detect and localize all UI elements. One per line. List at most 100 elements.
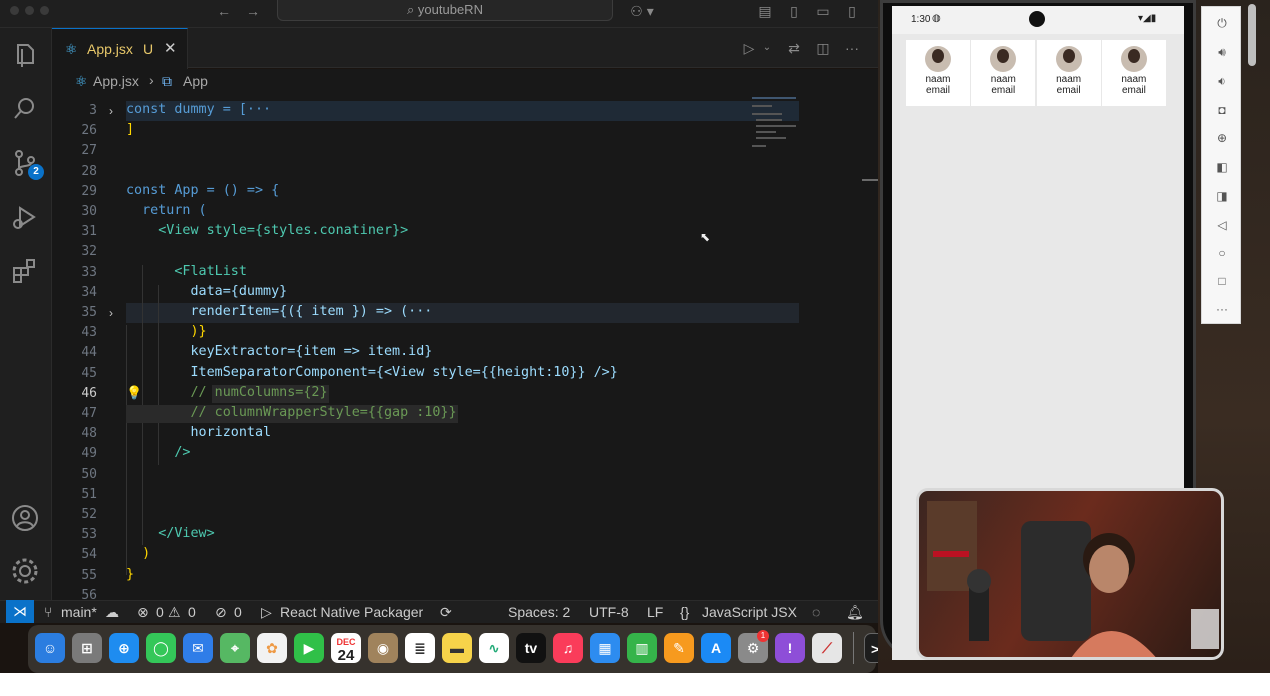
toggle-sidebar-icon[interactable]: ▯ [786,3,802,19]
toggle-panel-icon[interactable]: ▭ [815,3,831,19]
gear-icon[interactable] [10,556,40,586]
ports-icon[interactable]: ⊘ [215,604,227,621]
safari-icon[interactable]: ⊕ [109,633,139,663]
code-line[interactable]: keyExtractor={item => item.id} [126,344,432,359]
indentation[interactable]: Spaces: 2 [508,604,570,620]
pages-icon[interactable]: ✎ [664,633,694,663]
home-icon[interactable]: ○ [1214,245,1230,261]
end-of-line[interactable]: LF [647,604,663,620]
code-line[interactable]: <View style={styles.conatiner}> [126,223,408,238]
code-line[interactable]: ] [126,122,134,137]
split-editor-icon[interactable]: ◫ [815,40,831,56]
code-line[interactable]: ItemSeparatorComponent={<View style={{he… [126,365,617,380]
breadcrumb-file[interactable]: App.jsx [93,73,139,89]
run-debug-icon[interactable] [10,202,40,232]
close-icon[interactable]: ✕ [164,39,177,57]
branch-name[interactable]: main* [61,604,97,620]
contacts-icon[interactable]: ◉ [368,633,398,663]
back-icon[interactable]: ◁ [1214,217,1230,233]
code-line[interactable]: horizontal [126,425,271,440]
code-line[interactable]: /> [126,445,190,460]
numbers-icon[interactable]: ▥ [627,633,657,663]
music-icon[interactable]: ♫ [553,633,583,663]
layout-customize-icon[interactable]: ▤ [757,3,773,19]
overview-icon[interactable]: □ [1214,273,1230,289]
apple-tv-icon[interactable]: tv [516,633,546,663]
freeform-icon[interactable]: ∿ [479,633,509,663]
scrollbar-thumb[interactable] [862,179,878,181]
code-line[interactable]: // columnWrapperStyle={{gap :10}} [126,405,456,420]
zoom-icon[interactable]: ⊕ [1214,130,1230,146]
window-scrollbar[interactable] [1248,4,1256,66]
code-line[interactable]: ) [126,546,150,561]
window-zoom-dot[interactable] [40,6,49,15]
window-minimize-dot[interactable] [25,6,34,15]
bell-icon[interactable]: 🔔︎ [846,604,864,621]
list-item-card[interactable]: naam email [1101,40,1166,106]
feedback-icon[interactable]: ! [775,633,805,663]
calendar-icon[interactable]: DEC 24 [331,633,361,664]
photos-icon[interactable]: ✿ [257,633,287,663]
language-mode[interactable]: JavaScript JSX [702,604,797,620]
code-line[interactable]: // numColumns={2} [126,385,327,400]
android-studio-icon[interactable]: ⟋ [812,633,842,663]
code-line[interactable]: const dummy = [··· [126,102,271,117]
code-line[interactable]: const App = () => { [126,183,279,198]
react-native-packager[interactable]: React Native Packager [280,604,423,620]
volume-up-icon[interactable]: 🔊︎ [1214,44,1230,60]
source-control-icon[interactable]: 2 [10,148,44,180]
extensions-icon[interactable] [10,256,40,286]
rotate-icon[interactable]: ◨ [1214,188,1230,204]
fold-icon[interactable]: ◧ [1214,159,1230,175]
code-line[interactable]: } [126,567,134,582]
finder-icon[interactable]: ☺ [35,633,65,663]
ports-count[interactable]: 0 [234,604,242,620]
tab-app-jsx[interactable]: ⚛ App.jsx U ✕ [52,28,188,69]
forward-arrow-icon[interactable]: → [245,3,261,19]
power-icon[interactable]: ⏻ [1214,15,1230,31]
compare-changes-icon[interactable]: ⇄ [786,40,802,56]
minimap[interactable] [748,95,808,165]
code-line[interactable]: renderItem={({ item }) => (··· [126,304,432,319]
accounts-icon[interactable] [10,503,40,533]
reminders-icon[interactable]: ≣ [405,633,435,663]
encoding[interactable]: UTF-8 [589,604,629,620]
warning-icon[interactable]: ⚠ [168,604,181,621]
list-item-card[interactable]: naam email [906,40,970,106]
code-editor[interactable]: › › 💡 3 const dummy = [··· 26] 27 28 29 const … [52,95,878,600]
fold-chevron-icon[interactable]: › [109,306,113,320]
code-line[interactable]: return ( [126,203,207,218]
keynote-icon[interactable]: ▦ [590,633,620,663]
more-icon[interactable]: ··· [1214,301,1230,317]
explorer-icon[interactable] [10,40,40,70]
warning-count[interactable]: 0 [188,604,196,620]
code-line[interactable]: data={dummy} [126,284,287,299]
code-line[interactable]: )} [126,324,206,339]
copilot-icon[interactable]: ⚇ ▾ [628,3,656,19]
launchpad-icon[interactable]: ⊞ [72,633,102,663]
camera-icon[interactable]: ◘ [1214,102,1230,118]
notes-icon[interactable]: ▬ [442,633,472,663]
back-arrow-icon[interactable]: ← [216,3,232,19]
app-store-icon[interactable]: A [701,633,731,663]
list-item-card[interactable]: naam email [1036,40,1101,106]
run-dropdown-icon[interactable]: ⌄ [759,40,775,56]
play-icon[interactable]: ▷ [261,604,272,621]
toggle-secondary-sidebar-icon[interactable]: ▯ [844,3,860,19]
maps-icon[interactable]: ⌖ [220,633,250,663]
run-icon[interactable]: ▷ [741,40,757,56]
facetime-icon[interactable]: ▶ [294,633,324,663]
refresh-icon[interactable]: ⟳ [440,604,452,621]
error-icon[interactable]: ⊗ [137,604,149,621]
volume-down-icon[interactable]: 🔉︎ [1214,73,1230,89]
fold-chevron-icon[interactable]: › [109,104,113,118]
window-close-dot[interactable] [10,6,19,15]
code-line[interactable]: <FlatList [126,264,247,279]
remote-indicator[interactable]: ⋊ [6,600,34,623]
mail-icon[interactable]: ✉ [183,633,213,663]
error-count[interactable]: 0 [156,604,164,620]
command-center-search[interactable]: ⌕ youtubeRN [277,0,613,21]
sync-cloud-icon[interactable]: ☁ [105,604,119,621]
more-actions-icon[interactable]: ··· [844,40,860,56]
messages-icon[interactable]: ◯ [146,633,176,663]
